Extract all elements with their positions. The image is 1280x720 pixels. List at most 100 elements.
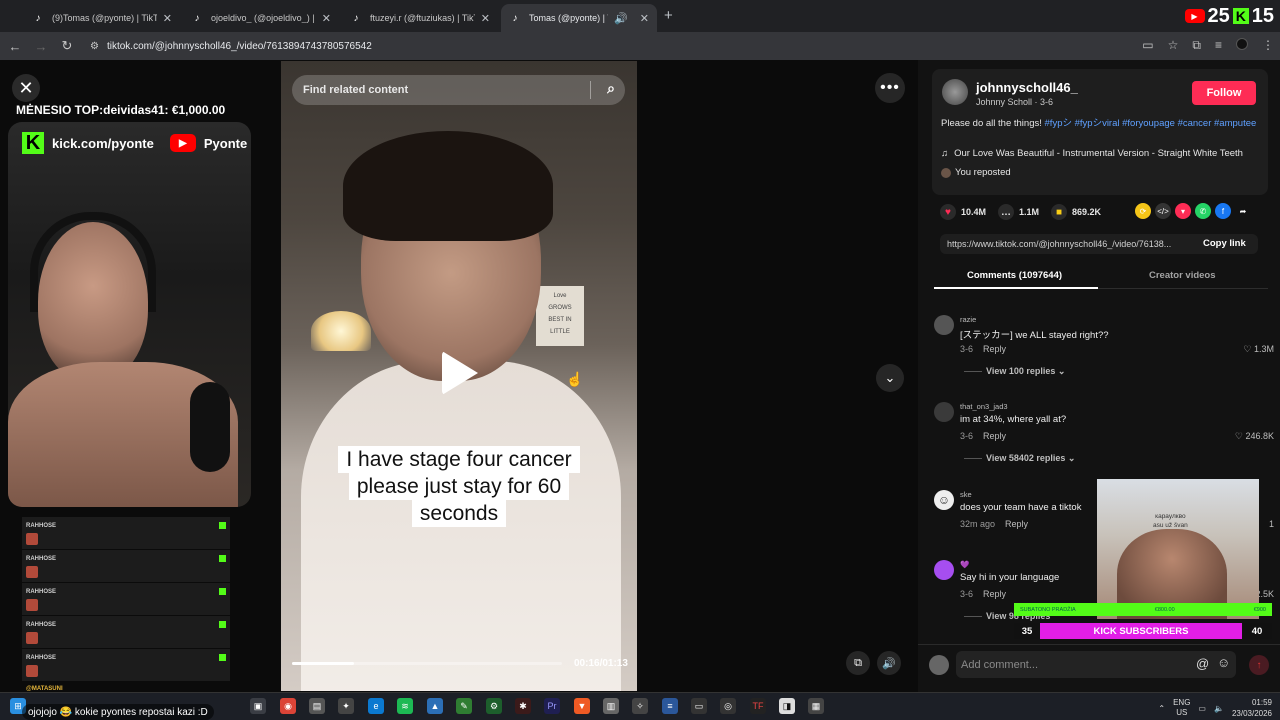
site-info-icon[interactable]: ⚙ xyxy=(90,41,99,52)
reply-button[interactable]: Reply xyxy=(1005,519,1028,529)
taskbar-app-icon[interactable]: ⚙ xyxy=(486,698,502,714)
comment-button[interactable]: … 1.1M xyxy=(998,204,1039,220)
profile-avatar[interactable] xyxy=(1236,38,1248,50)
photos-icon[interactable]: ▲ xyxy=(427,698,443,714)
brave-icon[interactable]: ▼ xyxy=(574,698,590,714)
chevron-up-icon[interactable]: ⌃ xyxy=(1158,704,1165,713)
hashtag-links[interactable]: #fypシ #fypシviral #foryoupage #cancer #am… xyxy=(1045,118,1257,129)
close-tab-icon[interactable]: ✕ xyxy=(640,12,649,25)
close-tab-icon[interactable]: ✕ xyxy=(481,12,490,25)
send-to-friend-icon[interactable]: ▾ xyxy=(1175,203,1191,219)
comment-avatar[interactable]: ☺ xyxy=(934,490,954,510)
view-replies-button[interactable]: View 100 replies ⌄ xyxy=(964,366,1065,377)
reading-list-icon[interactable]: ≡ xyxy=(1215,38,1222,53)
obs-icon[interactable]: ◎ xyxy=(720,698,736,714)
find-related-search[interactable]: Find related content ⌕ xyxy=(292,75,625,105)
copy-link-button[interactable]: Copy link xyxy=(1203,238,1246,249)
clock[interactable]: 01:59 23/03/2026 xyxy=(1232,697,1272,719)
taskbar-app-icon[interactable]: ▦ xyxy=(808,698,824,714)
follow-button[interactable]: Follow xyxy=(1192,81,1256,105)
comment-date: 3-6 xyxy=(960,344,974,354)
comment-username[interactable]: 💜 xyxy=(960,560,969,569)
taskbar-app-icon[interactable]: ≡ xyxy=(662,698,678,714)
next-video-button[interactable]: ⌄ xyxy=(876,364,904,392)
embed-icon[interactable]: </> xyxy=(1155,203,1171,219)
new-tab-button[interactable]: + xyxy=(664,7,673,24)
taskbar-app-icon[interactable]: ▭ xyxy=(691,698,707,714)
video-player[interactable]: Love GROWS BEST IN LITTLE Find related c… xyxy=(281,61,637,691)
taskbar-app-icon[interactable]: ▥ xyxy=(603,698,619,714)
browser-tab-bar: ♪ (9)Tomas (@pyonte) | TikTok ✕ ♪ ojoeld… xyxy=(0,0,1280,32)
chrome-icon[interactable]: ◉ xyxy=(280,698,296,714)
facebook-icon[interactable]: f xyxy=(1215,203,1231,219)
picture-in-picture-button[interactable]: ⧉ xyxy=(846,651,870,675)
bookmark-star-icon[interactable]: ☆ xyxy=(1168,38,1179,53)
taskbar-app-icon[interactable]: ✎ xyxy=(456,698,472,714)
premiere-icon[interactable]: Pr xyxy=(544,698,560,714)
taskbar-app-icon[interactable]: ✱ xyxy=(515,698,531,714)
comment-like-button[interactable]: ♡ 246.8K xyxy=(1235,431,1274,442)
send-button[interactable]: ↑ xyxy=(1249,655,1269,675)
reply-button[interactable]: Reply xyxy=(983,589,1006,599)
language-indicator[interactable]: ENG US xyxy=(1173,698,1190,718)
view-replies-label: View 100 replies xyxy=(986,366,1056,376)
taskbar-app-icon[interactable]: ✧ xyxy=(632,698,648,714)
browser-tab-1[interactable]: ♪ (9)Tomas (@pyonte) | TikTok ✕ xyxy=(24,4,180,32)
tab-creator-videos[interactable]: Creator videos xyxy=(1149,270,1216,281)
video-progress-bar[interactable] xyxy=(292,662,562,665)
comment-avatar[interactable] xyxy=(934,402,954,422)
more-options-button[interactable]: ••• xyxy=(875,73,905,103)
volume-button[interactable]: 🔊 xyxy=(877,651,901,675)
video-caption: I have stage four cancer please just sta… xyxy=(326,446,592,527)
play-icon[interactable] xyxy=(442,351,478,395)
mention-icon[interactable]: @ xyxy=(1196,656,1209,671)
like-button[interactable]: ♥ 10.4M xyxy=(940,204,986,220)
menu-kebab-icon[interactable]: ⋮ xyxy=(1262,38,1274,53)
url-field[interactable]: ⚙ tiktok.com/@johnnyscholl46_/video/7613… xyxy=(90,41,372,52)
whatsapp-icon[interactable]: ✆ xyxy=(1195,203,1211,219)
author-avatar[interactable] xyxy=(942,79,968,105)
taskbar-app-icon[interactable]: ▣ xyxy=(250,698,266,714)
comment-username[interactable]: razie xyxy=(960,315,976,324)
comment-avatar[interactable] xyxy=(934,560,954,580)
share-arrow-icon[interactable]: ➦ xyxy=(1235,203,1251,219)
reply-button[interactable]: Reply xyxy=(983,431,1006,441)
extensions-icon[interactable]: ⧉ xyxy=(1192,38,1201,53)
close-tab-icon[interactable]: ✕ xyxy=(163,12,172,25)
taskbar-app-icon[interactable]: TF xyxy=(750,698,766,714)
music-row[interactable]: ♫ Our Love Was Beautiful - Instrumental … xyxy=(941,148,1243,159)
taskbar-app-icon[interactable]: ✦ xyxy=(338,698,354,714)
browser-tab-2[interactable]: ♪ ojoeldivo_ (@ojoeldivo_) | TikTo ✕ xyxy=(183,4,339,32)
tab-comments[interactable]: Comments (1097644) xyxy=(967,270,1062,281)
reload-icon[interactable]: ↻ xyxy=(56,38,78,54)
browser-tab-4-active[interactable]: ♪ Tomas (@pyonte) | TikTok 🔊 ✕ xyxy=(501,4,657,32)
comment-username[interactable]: that_on3_jad3 xyxy=(960,402,1008,411)
repost-share-icon[interactable]: ⟳ xyxy=(1135,203,1151,219)
comment-avatar[interactable] xyxy=(934,315,954,335)
speaker-icon[interactable]: 🔊 xyxy=(614,12,628,25)
edge-icon[interactable]: e xyxy=(368,698,384,714)
stream-ticker: ojojojo 😂 kokie pyontes repostai kazi :D xyxy=(22,704,214,720)
spotify-icon[interactable]: ≋ xyxy=(397,698,413,714)
back-arrow-icon[interactable]: ← xyxy=(4,39,26,54)
reply-button[interactable]: Reply xyxy=(983,344,1006,354)
network-icon[interactable]: ▭ xyxy=(1198,704,1206,713)
chat-emote xyxy=(26,599,38,611)
emoji-icon[interactable]: ☺ xyxy=(1217,655,1230,670)
view-replies-button[interactable]: View 58402 replies ⌄ xyxy=(964,453,1075,464)
volume-icon[interactable]: 🔈 xyxy=(1214,704,1224,713)
author-handle[interactable]: johnnyscholl46_ xyxy=(976,80,1078,95)
close-tab-icon[interactable]: ✕ xyxy=(322,12,331,25)
cast-icon[interactable]: ▭ xyxy=(1142,38,1153,53)
forward-arrow-icon[interactable]: → xyxy=(30,39,52,54)
save-button[interactable]: ■ 869.2K xyxy=(1051,204,1101,220)
close-video-button[interactable]: ✕ xyxy=(12,74,40,102)
comment-username[interactable]: ske xyxy=(960,490,972,499)
search-icon[interactable]: ⌕ xyxy=(607,80,615,97)
comment-like-button[interactable]: ♡ 1.3M xyxy=(1243,344,1274,355)
browser-tab-3[interactable]: ♪ ftuzeyi.r (@ftuziukas) | TikTok ✕ xyxy=(342,4,498,32)
taskbar-app-icon[interactable]: ◨ xyxy=(779,698,795,714)
language-code: ENG xyxy=(1173,698,1191,707)
comment-input[interactable]: Add comment... xyxy=(956,651,1236,678)
taskbar-app-icon[interactable]: ▤ xyxy=(309,698,325,714)
